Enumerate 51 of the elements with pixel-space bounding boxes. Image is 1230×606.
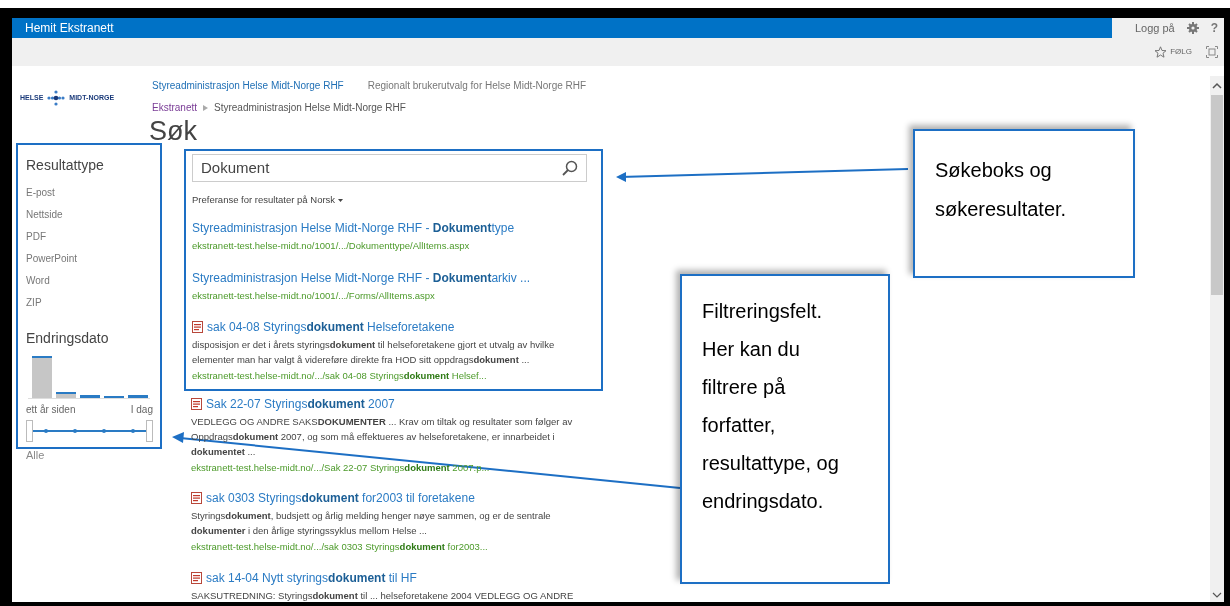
focus-icon[interactable] [1206, 46, 1218, 58]
result-title[interactable]: Styreadministrasjon Helse Midt-Norge RHF - Dokumentarkiv ... [192, 268, 531, 287]
result-title[interactable]: Styreadministrasjon Helse Midt-Norge RHF - Dokumenttype [192, 219, 515, 238]
document-icon [192, 320, 203, 333]
result-snippet: VEDLEGG OG ANDRE SAKSDOKUMENTER ... Krav om tiltak og resultater som følger av Oppdragsdokument 2007, og som må effektueres av helseforetakene, er innarbeidet i dokumentet ... [191, 415, 574, 459]
refiner-item[interactable]: E-post [26, 184, 160, 202]
site-title[interactable]: Hemit Ekstranett [25, 19, 114, 37]
refiner-item[interactable]: Nettside [26, 206, 160, 224]
caret-icon [338, 198, 344, 202]
result-title[interactable]: sak 0303 Styringsdokument for2003 til foretakene [206, 489, 475, 508]
help-button[interactable]: ? [1210, 19, 1218, 37]
search-box[interactable]: Dokument [192, 154, 587, 182]
breadcrumb-link[interactable]: Ekstranett [152, 100, 198, 115]
breadcrumb-link[interactable]: Styreadministrasjon Helse Midt-Norge RHF [214, 100, 406, 115]
chevron-icon [203, 104, 209, 111]
result-title[interactable]: sak 14-04 Nytt styringsdokument til HF [206, 568, 417, 587]
refiner-item[interactable]: PDF [26, 228, 160, 246]
refiner-item[interactable]: Word [26, 272, 160, 290]
result-snippet: disposisjon er det i årets styringsdokument til helseforetakene gjort et utvalg av hvilke elementer man har valgt å videreføre direkte fra HOD sitt oppdragsdokument ... [192, 337, 556, 367]
site-link[interactable]: Styreadministrasjon Helse Midt-Norge RHF [152, 78, 344, 93]
document-icon [191, 571, 202, 584]
result-snippet: Styringsdokument, budsjett og årlig melding henger nøye sammen, og er de sentrale dokumenter i den årlige styringssyklus mellom Helse ... [191, 509, 552, 539]
callout: Filtreringsfelt. Her kan du filtrere på forfatter, resultattype, og endringsdato. [680, 274, 890, 584]
result-url: ekstranett-test.helse-midt.no/1001/.../Dokumenttype/AllItems.aspx [192, 239, 471, 254]
search-icon[interactable] [562, 160, 578, 176]
result-url: ekstranett-test.helse-midt.no/.../sak 04-08 Styringsdokument Helsef... [192, 368, 488, 383]
page-title: Søk [149, 117, 198, 145]
document-icon [191, 398, 202, 410]
scrollbar[interactable] [1210, 76, 1224, 602]
refiner-title: Endringsdato [26, 329, 110, 348]
date-label: I dag [130, 403, 153, 417]
refiner-item[interactable]: ZIP [26, 294, 160, 312]
result-snippet: SAKSUTREDNING: Styringsdokument til ... helseforetakene 2004 VEDLEGG OG ANDRE [191, 588, 575, 602]
site-link[interactable]: Regionalt brukerutvalg for Helse Midt-Norge RHF [367, 78, 587, 93]
star-icon [1154, 46, 1168, 58]
scroll-up-icon[interactable] [1212, 82, 1222, 89]
result-url: ekstranett-test.helse-midt.no/1001/.../Forms/AllItems.aspx [192, 288, 436, 303]
refiner-title: Resultattype [26, 156, 105, 175]
language-dropdown[interactable]: Preferanse for resultater på Norsk [192, 193, 344, 208]
date-label: ett år siden [26, 403, 76, 417]
callout: Søkeboks og søkeresultater. [913, 129, 1135, 278]
scroll-down-icon[interactable] [1212, 591, 1222, 599]
result-title[interactable]: Sak 22-07 Styringsdokument 2007 [206, 395, 395, 413]
refiner-item[interactable]: PowerPoint [26, 250, 160, 268]
follow-button[interactable]: FØLG [1154, 46, 1192, 58]
document-icon [191, 492, 202, 505]
result-title[interactable]: sak 04-08 Styringsdokument Helseforetakene [207, 317, 455, 336]
reset-link[interactable]: Alle [16, 447, 187, 464]
result-url: ekstranett-test.helse-midt.no/.../sak 0303 Styringsdokument for2003... [191, 540, 489, 555]
sign-in-link[interactable]: Logg på [1134, 19, 1175, 37]
settings-icon[interactable] [1186, 22, 1199, 34]
